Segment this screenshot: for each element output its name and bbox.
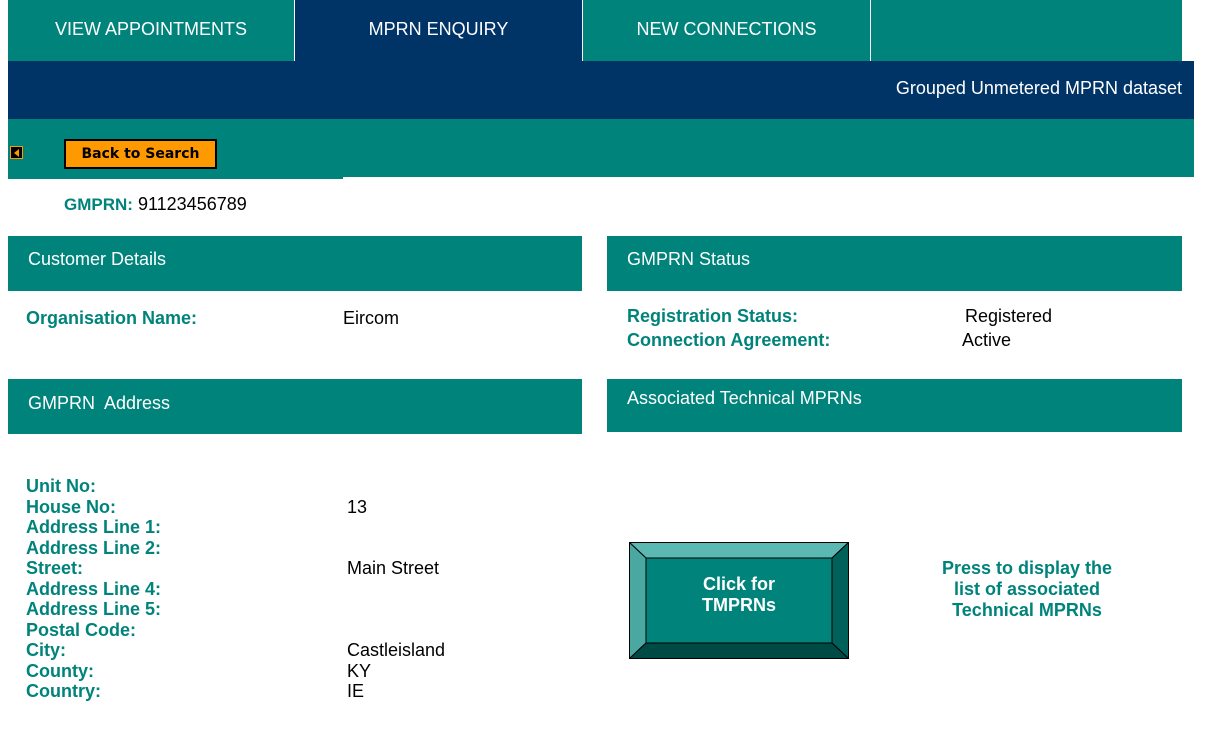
technical-mprns-header: Associated Technical MPRNs <box>607 379 1182 432</box>
county-value: KY <box>347 660 372 681</box>
registration-status-label: Registration Status: <box>627 306 799 326</box>
street-value: Main Street <box>347 558 440 578</box>
country-value: IE <box>347 681 365 701</box>
gmprn-status-title: GMPRN Status <box>627 249 751 269</box>
registration-status-value: Registered <box>965 306 1053 326</box>
postal-code-label: Postal Code: <box>26 619 137 640</box>
connection-agreement-label: Connection Agreement: <box>627 330 831 350</box>
tmprn-hint-line-1: Press to display the <box>941 558 1113 578</box>
tab-mprn-enquiry[interactable]: MPRN ENQUIRY <box>295 0 582 61</box>
back-to-search-button[interactable]: Back to Search <box>64 139 217 169</box>
subheader-bar: Grouped Unmetered MPRN dataset <box>8 61 1194 119</box>
toolbar: Back to Search <box>8 119 1194 177</box>
address-line-5-value <box>347 599 445 620</box>
address-line-2-label: Address Line 2: <box>26 537 162 558</box>
organisation-value: Eircom <box>343 308 400 328</box>
address-labels: Unit No: House No: Address Line 1: Addre… <box>26 476 161 702</box>
tmprn-hint-line-2: list of associated <box>953 579 1101 599</box>
country-label: Country: <box>26 681 101 701</box>
city-label: City: <box>26 640 66 660</box>
tmprn-hint-line-3: Technical MPRNs <box>952 600 1102 620</box>
left-arrow-icon[interactable] <box>10 146 23 159</box>
county-label: County: <box>26 660 94 681</box>
dataset-title: Grouped Unmetered MPRN dataset <box>895 78 1182 98</box>
gmprn-label: GMPRN: <box>64 195 133 214</box>
gmprn-value: 91123456789 <box>137 194 247 214</box>
tab-view-appointments[interactable]: VIEW APPOINTMENTS <box>8 0 294 61</box>
tmprn-hint: Press to display the list of associated … <box>913 558 1141 621</box>
toolbar-divider <box>8 177 343 179</box>
house-no-label: House No: <box>26 496 116 517</box>
address-line-4-label: Address Line 4: <box>26 578 162 599</box>
connection-agreement-value: Active <box>962 330 1012 350</box>
gmprn-address-title: GMPRN Address <box>28 393 171 413</box>
house-no-value: 13 <box>347 496 368 517</box>
tab-new-connections[interactable]: NEW CONNECTIONS <box>583 0 870 61</box>
street-label: Street: <box>26 558 84 578</box>
address-line-4-value <box>347 579 445 600</box>
address-values: 13 Main Street Castleisland KY IE <box>347 476 445 702</box>
address-line-1-label: Address Line 1: <box>26 517 162 537</box>
organisation-label: Organisation Name: <box>26 308 198 328</box>
customer-details-title: Customer Details <box>28 249 167 269</box>
city-value: Castleisland <box>347 640 446 660</box>
address-line-2-value <box>347 538 445 559</box>
tab-divider <box>870 0 871 61</box>
address-line-1-value <box>347 517 445 538</box>
gmprn-address-header: GMPRN Address <box>8 379 582 434</box>
customer-details-header: Customer Details <box>8 236 582 291</box>
gmprn-status-header: GMPRN Status <box>607 236 1182 291</box>
gmprn-line: GMPRN: 91123456789 <box>64 193 247 216</box>
unit-no-label: Unit No: <box>26 476 96 496</box>
top-nav: VIEW APPOINTMENTS MPRN ENQUIRY NEW CONNE… <box>8 0 1182 61</box>
technical-mprns-title: Associated Technical MPRNs <box>627 388 862 408</box>
address-line-5-label: Address Line 5: <box>26 599 162 619</box>
click-for-tmprns-button[interactable] <box>629 542 849 659</box>
postal-code-value <box>347 620 445 641</box>
unit-no-value <box>347 476 445 497</box>
